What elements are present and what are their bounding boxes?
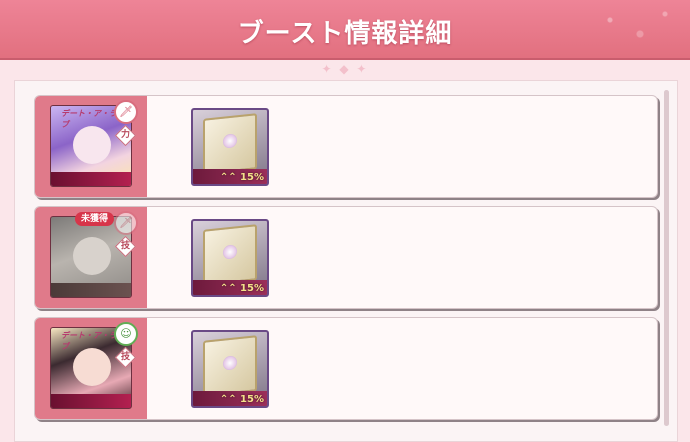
header-bar: ブースト情報詳細 — [0, 0, 690, 58]
character-slot: 未獲得 🗡 技 — [35, 207, 147, 308]
boost-percent: ⌃⌃ 15% — [219, 283, 264, 294]
character-slot: デート・ア・ライブ 🗡 力 — [35, 96, 147, 197]
character-face — [73, 126, 111, 164]
boost-item-card[interactable]: ⌃⌃ 15% — [191, 330, 269, 408]
page-title: ブースト情報詳細 — [237, 19, 453, 49]
character-face — [73, 237, 111, 275]
gem-icon — [223, 133, 237, 149]
scrollbar-thumb[interactable] — [664, 90, 669, 426]
book-icon — [203, 224, 257, 286]
character-name-bar — [51, 283, 131, 297]
boost-percent: ⌃⌃ 15% — [219, 172, 264, 183]
boost-row[interactable]: デート・ア・ライブ 🗡 力 ⌃⌃ 15% — [34, 95, 658, 198]
gem-icon — [223, 355, 237, 371]
divider-ornament: ✦ ◆ ✦ — [321, 62, 369, 76]
character-face — [73, 348, 111, 386]
book-icon — [203, 113, 257, 175]
character-name-bar — [51, 172, 131, 186]
support-type-icon: ☺ — [114, 322, 138, 346]
character-slot: デート・ア・ライブ ☺ 技 — [35, 318, 147, 419]
attack-type-icon: 🗡 — [114, 100, 138, 124]
character-name-bar — [51, 394, 131, 408]
boost-row[interactable]: デート・ア・ライブ ☺ 技 ⌃⌃ 15% — [34, 317, 658, 420]
gem-icon — [223, 244, 237, 260]
boost-row[interactable]: 未獲得 🗡 技 ⌃⌃ 15% — [34, 206, 658, 309]
boost-percent: ⌃⌃ 15% — [219, 394, 264, 405]
boost-item-card[interactable]: ⌃⌃ 15% — [191, 108, 269, 186]
book-icon — [203, 335, 257, 397]
attack-type-icon: 🗡 — [114, 211, 138, 235]
boost-item-card[interactable]: ⌃⌃ 15% — [191, 219, 269, 297]
unowned-badge: 未獲得 — [75, 212, 115, 226]
